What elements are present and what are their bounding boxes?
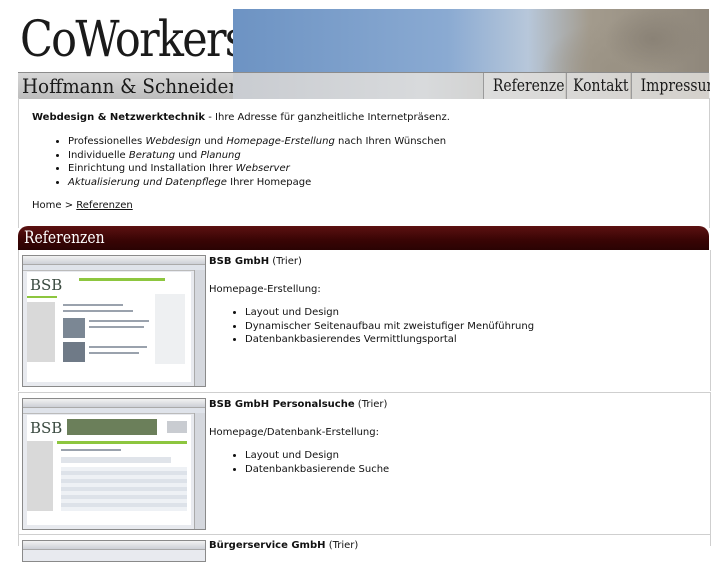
feature-item: Professionelles Webdesign und Homepage-E… bbox=[68, 135, 446, 149]
reference-feature: Datenbankbasierende Suche bbox=[245, 463, 389, 477]
reference-type: Homepage-Erstellung: bbox=[209, 284, 321, 295]
header-photo bbox=[233, 9, 709, 72]
feature-item: Individuelle Beratung und Planung bbox=[68, 149, 446, 163]
reference-title: BSB GmbH Personalsuche (Trier) bbox=[209, 399, 388, 410]
thumb-logo: BSB bbox=[30, 276, 63, 294]
logo-company-bar: Hoffmann & Schneider GbR bbox=[18, 72, 283, 99]
reference-feature: Dynamischer Seitenaufbau mit zweistufige… bbox=[245, 320, 534, 334]
reference-feature: Layout und Design bbox=[245, 449, 389, 463]
reference-item: Bürgerservice GmbH (Trier) bbox=[18, 534, 711, 562]
breadcrumb: Home > Referenzen bbox=[32, 199, 133, 212]
intro-tagline: Ihre Adresse für ganzheitliche Internetp… bbox=[215, 112, 450, 123]
breadcrumb-separator: > bbox=[61, 200, 77, 211]
reference-item: BSB BSB GmbH Personalsuche (Trier) Homep… bbox=[18, 392, 711, 534]
reference-item: BSB BSB GmbH (Trier) Homepage-Erstellung… bbox=[18, 250, 711, 391]
breadcrumb-home[interactable]: Home bbox=[32, 200, 62, 211]
nav-impressum[interactable]: Impressum bbox=[631, 73, 710, 99]
logo-title[interactable]: CoWorkers bbox=[20, 4, 247, 74]
section-title: Referenzen bbox=[24, 228, 105, 248]
feature-list: Professionelles Webdesign und Homepage-E… bbox=[38, 135, 446, 190]
reference-title: Bürgerservice GmbH (Trier) bbox=[209, 540, 359, 551]
reference-screenshot[interactable]: BSB bbox=[22, 398, 206, 530]
reference-screenshot[interactable] bbox=[22, 540, 206, 562]
reference-features: Layout und Design Dynamischer Seitenaufb… bbox=[215, 306, 534, 347]
reference-type: Homepage/Datenbank-Erstellung: bbox=[209, 427, 379, 438]
intro-separator: - bbox=[205, 112, 216, 123]
reference-title: BSB GmbH (Trier) bbox=[209, 256, 302, 267]
section-header: Referenzen bbox=[18, 226, 709, 250]
feature-item: Aktualisierung und Datenpflege Ihrer Hom… bbox=[68, 176, 446, 190]
breadcrumb-current[interactable]: Referenzen bbox=[76, 200, 132, 211]
reference-feature: Layout und Design bbox=[245, 306, 534, 320]
reference-screenshot[interactable]: BSB bbox=[22, 255, 206, 387]
site-header: CoWorkers Hoffmann & Schneider GbR Refer… bbox=[0, 0, 727, 99]
intro-bold: Webdesign & Netzwerktechnik bbox=[32, 112, 206, 123]
nav-kontakt[interactable]: Kontakt bbox=[566, 73, 630, 99]
intro-text: Webdesign & Netzwerktechnik - Ihre Adres… bbox=[32, 111, 450, 124]
reference-feature: Datenbankbasierendes Vermittlungsportal bbox=[245, 333, 534, 347]
nav-referenzen[interactable]: Referenzen bbox=[483, 73, 565, 99]
feature-item: Einrichtung und Installation Ihrer Webse… bbox=[68, 162, 446, 176]
main-nav: Referenzen Kontakt Impressum bbox=[233, 72, 710, 99]
thumb-logo: BSB bbox=[30, 419, 63, 437]
reference-features: Layout und Design Datenbankbasierende Su… bbox=[215, 449, 389, 476]
